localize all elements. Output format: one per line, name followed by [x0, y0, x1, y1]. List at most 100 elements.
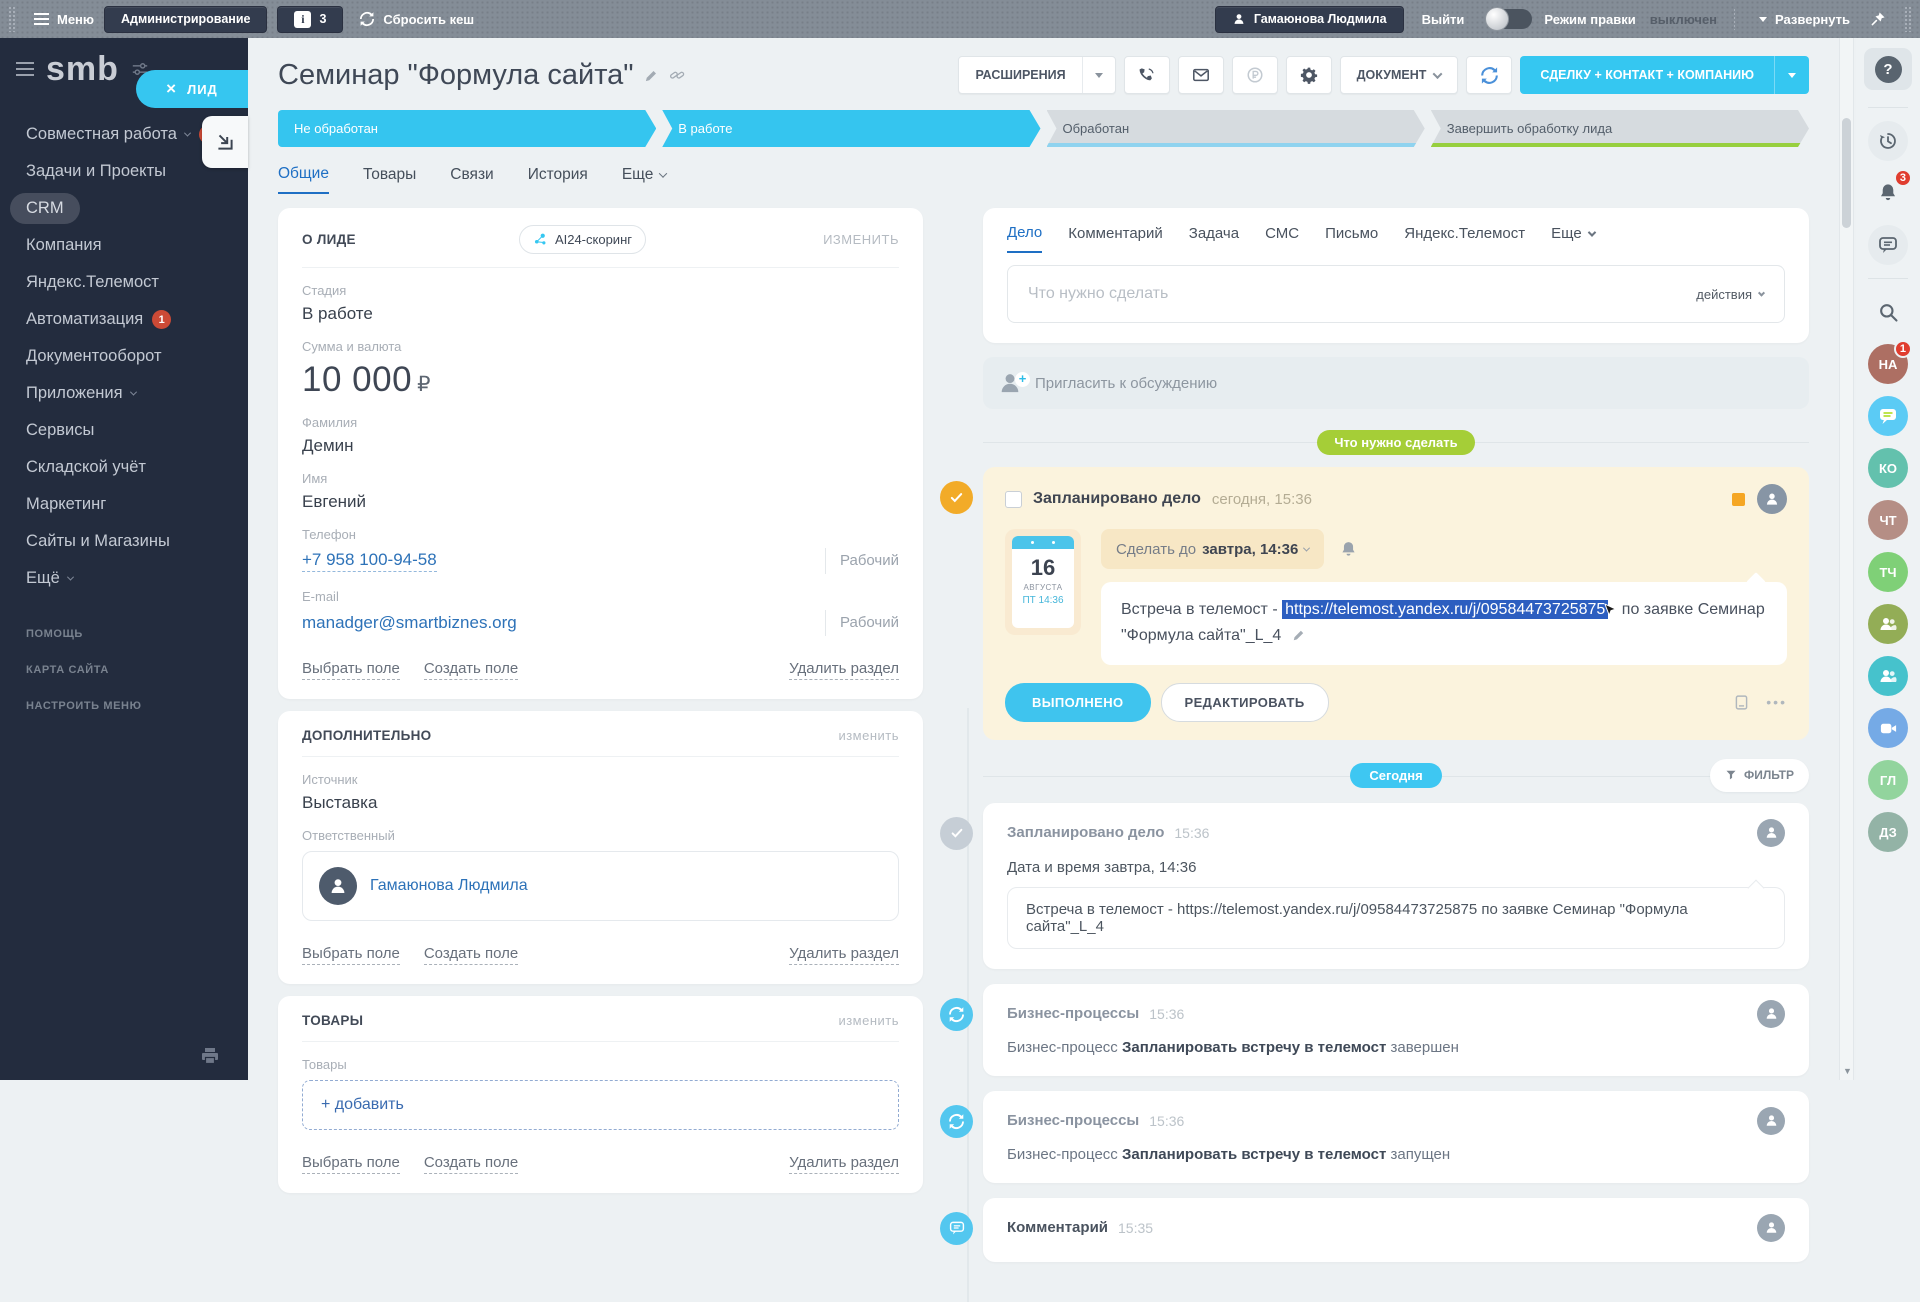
- more-menu-icon[interactable]: •••: [1766, 694, 1787, 710]
- stage-not-processed[interactable]: Не обработан: [278, 110, 656, 147]
- info-counter-button[interactable]: i 3: [277, 6, 343, 33]
- due-date-dropdown[interactable]: Сделать до завтра, 14:36: [1101, 529, 1324, 569]
- sync-button[interactable]: [1466, 56, 1512, 94]
- tab-more[interactable]: Еще: [622, 166, 667, 193]
- email-link[interactable]: manadger@smartbiznes.org: [302, 613, 517, 633]
- sidebar-help-link[interactable]: ПОМОЩЬ: [0, 616, 248, 652]
- entry-message-bubble[interactable]: Встреча в телемост - https://telemost.ya…: [1007, 887, 1785, 949]
- current-user-button[interactable]: Гамаюнова Людмила: [1215, 6, 1404, 33]
- composer-tab-letter[interactable]: Письмо: [1325, 225, 1378, 252]
- email-button[interactable]: [1178, 56, 1224, 94]
- sidebar-item-company[interactable]: Компания: [0, 227, 248, 264]
- edit-section-button[interactable]: ИЗМЕНИТЬ: [823, 232, 899, 247]
- menu-button[interactable]: Меню: [34, 12, 94, 27]
- create-field-link[interactable]: Создать поле: [424, 1154, 518, 1174]
- reset-cache-button[interactable]: Сбросить кеш: [359, 11, 474, 27]
- telemost-link-selected[interactable]: https://telemost.yandex.ru/j/09584473725…: [1282, 600, 1608, 619]
- scrollbar-down-arrow[interactable]: ▼: [1843, 1066, 1852, 1076]
- sidebar-item-marketing[interactable]: Маркетинг: [0, 486, 248, 523]
- chat-head-video[interactable]: [1868, 708, 1908, 748]
- todo-input-box[interactable]: действия: [1007, 265, 1785, 323]
- chat-head-user[interactable]: ГЛ: [1868, 760, 1908, 800]
- business-process-name[interactable]: Запланировать встречу в телемост: [1122, 1146, 1386, 1163]
- tab-history[interactable]: История: [528, 166, 588, 193]
- phone-link[interactable]: +7 958 100-94-58: [302, 550, 437, 572]
- composer-tab-activity[interactable]: Дело: [1007, 224, 1042, 253]
- responsible-user[interactable]: Гамаюнова Людмила: [302, 851, 899, 921]
- responsible-name-link[interactable]: Гамаюнова Людмила: [370, 877, 528, 895]
- sidebar-item-crm[interactable]: CRM: [0, 190, 248, 227]
- extensions-button[interactable]: РАСШИРЕНИЯ: [958, 56, 1115, 94]
- logout-button[interactable]: Выйти: [1422, 12, 1465, 27]
- edit-title-pencil-icon[interactable]: [644, 68, 659, 83]
- tab-relations[interactable]: Связи: [450, 166, 493, 193]
- todo-input[interactable]: [1028, 285, 1696, 303]
- extensions-dropdown[interactable]: [1082, 57, 1115, 93]
- remove-section-link[interactable]: Удалить раздел: [789, 660, 899, 680]
- composer-tab-more[interactable]: Еще: [1551, 225, 1595, 252]
- reminder-bell-icon[interactable]: [1339, 540, 1358, 559]
- activity-checkbox[interactable]: [1005, 491, 1022, 508]
- pin-button[interactable]: [1870, 11, 1886, 27]
- chat-head-channel[interactable]: [1868, 396, 1908, 436]
- sidebar-item-more[interactable]: Ещё: [0, 560, 248, 597]
- sidebar-sitemap-link[interactable]: КАРТА САЙТА: [0, 652, 248, 688]
- sidebar-item-services[interactable]: Сервисы: [0, 412, 248, 449]
- notifications-button[interactable]: 3: [1868, 173, 1908, 213]
- stage-in-progress[interactable]: В работе: [662, 110, 1040, 147]
- actions-dropdown[interactable]: действия: [1696, 287, 1764, 302]
- messenger-button[interactable]: [1868, 225, 1908, 265]
- document-button[interactable]: ДОКУМЕНТ: [1340, 56, 1459, 94]
- chat-head-user[interactable]: ТЧ: [1868, 552, 1908, 592]
- composer-tab-task[interactable]: Задача: [1189, 225, 1239, 252]
- vertical-scrollbar[interactable]: ▼: [1839, 38, 1854, 1080]
- expand-button[interactable]: Развернуть: [1759, 12, 1850, 27]
- copy-link-icon[interactable]: [669, 67, 685, 83]
- calendar-chip[interactable]: 16 АВГУСТА ПТ 14:36: [1005, 529, 1081, 635]
- print-button[interactable]: [200, 1046, 220, 1066]
- create-field-link[interactable]: Создать поле: [424, 945, 518, 965]
- invite-to-discussion[interactable]: + Пригласить к обсуждению: [983, 357, 1809, 409]
- chat-head-user[interactable]: ЧТ: [1868, 500, 1908, 540]
- sidebar-item-apps[interactable]: Приложения: [0, 375, 248, 412]
- scrollbar-thumb[interactable]: [1842, 118, 1851, 228]
- chat-head-group[interactable]: [1868, 656, 1908, 696]
- edit-activity-button[interactable]: РЕДАКТИРОВАТЬ: [1161, 683, 1329, 722]
- chat-head-user[interactable]: НА 1: [1868, 344, 1908, 384]
- note-icon[interactable]: [1733, 694, 1750, 711]
- composer-tab-sms[interactable]: СМС: [1265, 225, 1299, 252]
- sidebar-item-inventory[interactable]: Складской учёт: [0, 449, 248, 486]
- chat-head-user[interactable]: КО: [1868, 448, 1908, 488]
- sidebar-item-docflow[interactable]: Документооборот: [0, 338, 248, 375]
- business-process-name[interactable]: Запланировать встречу в телемост: [1122, 1039, 1386, 1056]
- sidebar-item-automation[interactable]: Автоматизация 1: [0, 301, 248, 338]
- complete-button[interactable]: ВЫПОЛНЕНО: [1005, 683, 1151, 722]
- ai-scoring-button[interactable]: AI24-скоринг: [519, 225, 646, 254]
- edit-section-button[interactable]: изменить: [838, 1013, 899, 1028]
- tab-products[interactable]: Товары: [363, 166, 416, 193]
- history-button[interactable]: [1868, 121, 1908, 161]
- remove-section-link[interactable]: Удалить раздел: [789, 945, 899, 965]
- filter-button[interactable]: ФИЛЬТР: [1710, 759, 1809, 792]
- activity-message-bubble[interactable]: Встреча в телемост - https://telemost.ya…: [1101, 582, 1787, 665]
- tab-general[interactable]: Общие: [278, 165, 329, 194]
- stage-finish-processing[interactable]: Завершить обработку лида: [1431, 110, 1809, 147]
- edit-mode-toggle[interactable]: [1486, 9, 1532, 29]
- create-dropdown[interactable]: [1774, 56, 1809, 94]
- sidebar-collapse-button[interactable]: [202, 116, 248, 168]
- select-field-link[interactable]: Выбрать поле: [302, 660, 400, 680]
- select-field-link[interactable]: Выбрать поле: [302, 945, 400, 965]
- help-button[interactable]: ?: [1864, 48, 1912, 90]
- app-logo[interactable]: smb: [46, 52, 119, 86]
- create-field-link[interactable]: Создать поле: [424, 660, 518, 680]
- close-icon[interactable]: ×: [166, 79, 177, 99]
- composer-tab-comment[interactable]: Комментарий: [1068, 225, 1162, 252]
- search-button[interactable]: [1868, 292, 1908, 332]
- sidebar-item-sites[interactable]: Сайты и Магазины: [0, 523, 248, 560]
- composer-tab-telemost[interactable]: Яндекс.Телемост: [1404, 225, 1525, 252]
- remove-section-link[interactable]: Удалить раздел: [789, 1154, 899, 1174]
- call-button[interactable]: [1124, 56, 1170, 94]
- activity-check-icon[interactable]: [940, 481, 973, 514]
- select-field-link[interactable]: Выбрать поле: [302, 1154, 400, 1174]
- add-product-button[interactable]: + добавить: [302, 1080, 899, 1130]
